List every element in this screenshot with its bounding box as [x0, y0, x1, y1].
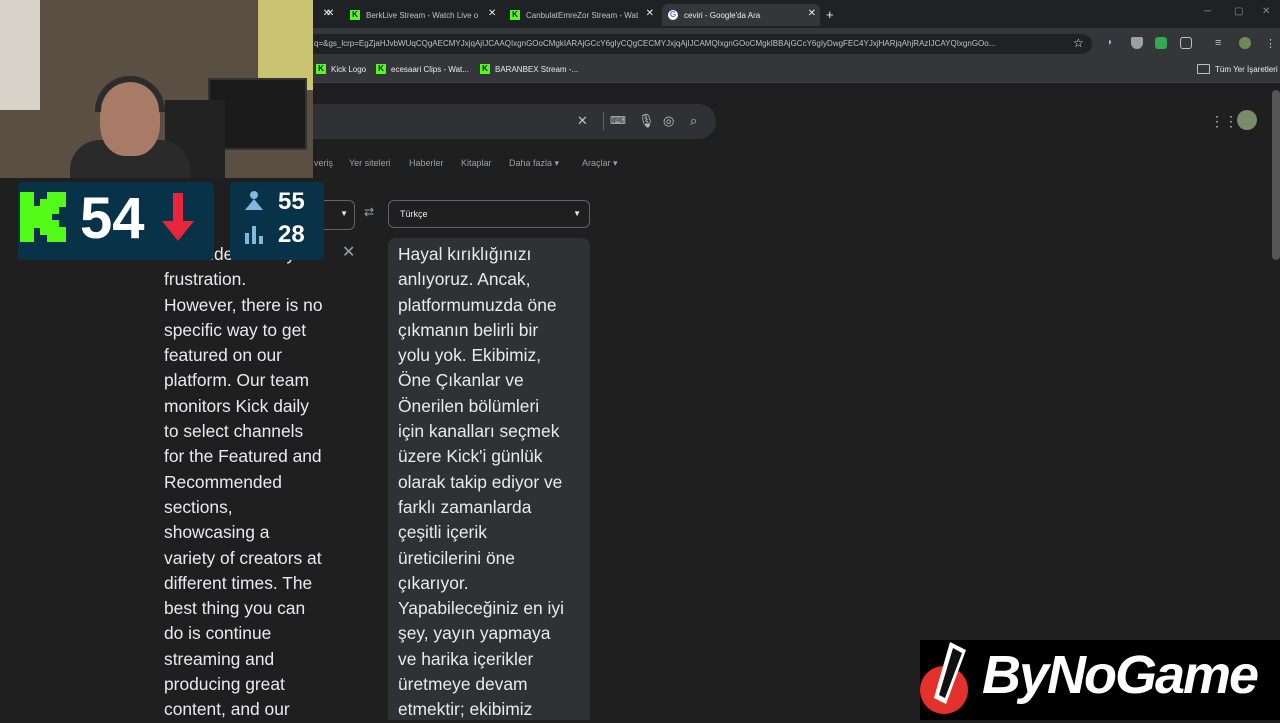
source-text[interactable]: We understand your frustration. However,…	[164, 242, 342, 723]
extension-icon[interactable]: ◗	[1107, 37, 1119, 49]
swap-languages-icon[interactable]: ⇄	[364, 205, 374, 219]
bynogame-brand: ByNoGame	[982, 645, 1259, 705]
close-window-icon[interactable]: ✕	[1262, 6, 1270, 17]
clear-text-icon[interactable]: ✕	[342, 242, 355, 262]
clear-search-icon[interactable]: ✕	[577, 113, 588, 129]
chevron-down-icon: ▼	[573, 209, 581, 218]
keyboard-icon[interactable]: ⌨	[610, 114, 626, 127]
bookmark-label: BARANBEX Stream -...	[495, 64, 579, 74]
profile-avatar[interactable]	[1239, 37, 1251, 49]
menu-icon[interactable]: ⋮	[1265, 37, 1277, 50]
nav-books[interactable]: Kitaplar	[461, 158, 492, 168]
viewer-count: 54	[80, 186, 145, 251]
nav-places[interactable]: Yer siteleri	[349, 158, 391, 168]
translated-text: Hayal kırıklığınızı anlıyoruz. Ancak, pl…	[398, 244, 564, 720]
folder-icon	[1197, 64, 1210, 74]
close-icon[interactable]: ✕	[808, 8, 816, 19]
kick-logo-icon	[20, 192, 66, 242]
puzzle-icon[interactable]	[1180, 37, 1192, 49]
kick-icon: K	[316, 64, 326, 74]
maximize-icon[interactable]: ▢	[1234, 6, 1243, 17]
webcam-window	[0, 0, 40, 110]
bookmark-item[interactable]: K BARANBEX Stream -...	[480, 64, 578, 74]
bynogame-logo-icon	[920, 642, 968, 714]
close-icon[interactable]: ✕	[488, 8, 1276, 19]
bookmark-item[interactable]: K ecesaari Clips - Wat...	[376, 64, 469, 74]
tab-google-search[interactable]: G ceviri - Google'da Ara ✕	[662, 4, 820, 26]
arrow-down-icon	[162, 193, 194, 241]
webcam-overlay	[0, 0, 313, 178]
all-bookmarks-folder[interactable]: Tüm Yer İşaretleri	[1197, 64, 1278, 74]
google-icon: G	[668, 10, 678, 20]
kick-icon: K	[376, 64, 386, 74]
camera-search-icon[interactable]: ◎	[663, 113, 674, 129]
bar-chart-icon	[245, 226, 263, 244]
person-icon	[245, 191, 263, 210]
scrollbar[interactable]	[1272, 90, 1280, 260]
nav-more[interactable]: Daha fazla ▾	[509, 158, 559, 169]
media-icon[interactable]: ≡	[1215, 37, 1227, 49]
extension-icon[interactable]	[1155, 37, 1167, 49]
tab-title: ceviri - Google'da Ara	[684, 10, 761, 20]
microphone-icon[interactable]: 🎙︎	[638, 113, 655, 129]
divider	[603, 112, 604, 130]
stat-top-value: 55	[278, 188, 305, 215]
chevron-down-icon: ▼	[340, 209, 348, 218]
kick-icon: K	[480, 64, 490, 74]
shield-icon[interactable]	[1131, 37, 1143, 49]
bookmark-star-icon[interactable]: ☆	[1073, 36, 1084, 50]
nav-news[interactable]: Haberler	[409, 158, 444, 168]
nav-tools[interactable]: Araçlar ▾	[582, 158, 618, 169]
stat-bottom-value: 28	[278, 221, 305, 248]
webcam-curtain	[258, 0, 313, 90]
bookmark-item[interactable]: K Kick Logo	[316, 64, 366, 74]
bookmark-label: ecesaari Clips - Wat...	[391, 64, 469, 74]
target-language-select[interactable]: Türkçe ▼	[388, 200, 590, 228]
url-text[interactable]: q=&gs_lcrp=EgZjaHJvbWUqCQgAECMYJxjqAjIJC…	[314, 39, 1066, 48]
folder-label: Tüm Yer İşaretleri	[1215, 64, 1278, 74]
target-language-label: Türkçe	[400, 209, 428, 219]
new-tab-button[interactable]: +	[826, 7, 834, 22]
minimize-icon[interactable]: ─	[1204, 6, 1211, 17]
nav-shopping[interactable]: veriş	[314, 158, 333, 168]
avatar[interactable]	[1237, 110, 1257, 130]
bookmark-label: Kick Logo	[331, 64, 367, 74]
search-icon[interactable]: ⌕	[690, 113, 697, 129]
